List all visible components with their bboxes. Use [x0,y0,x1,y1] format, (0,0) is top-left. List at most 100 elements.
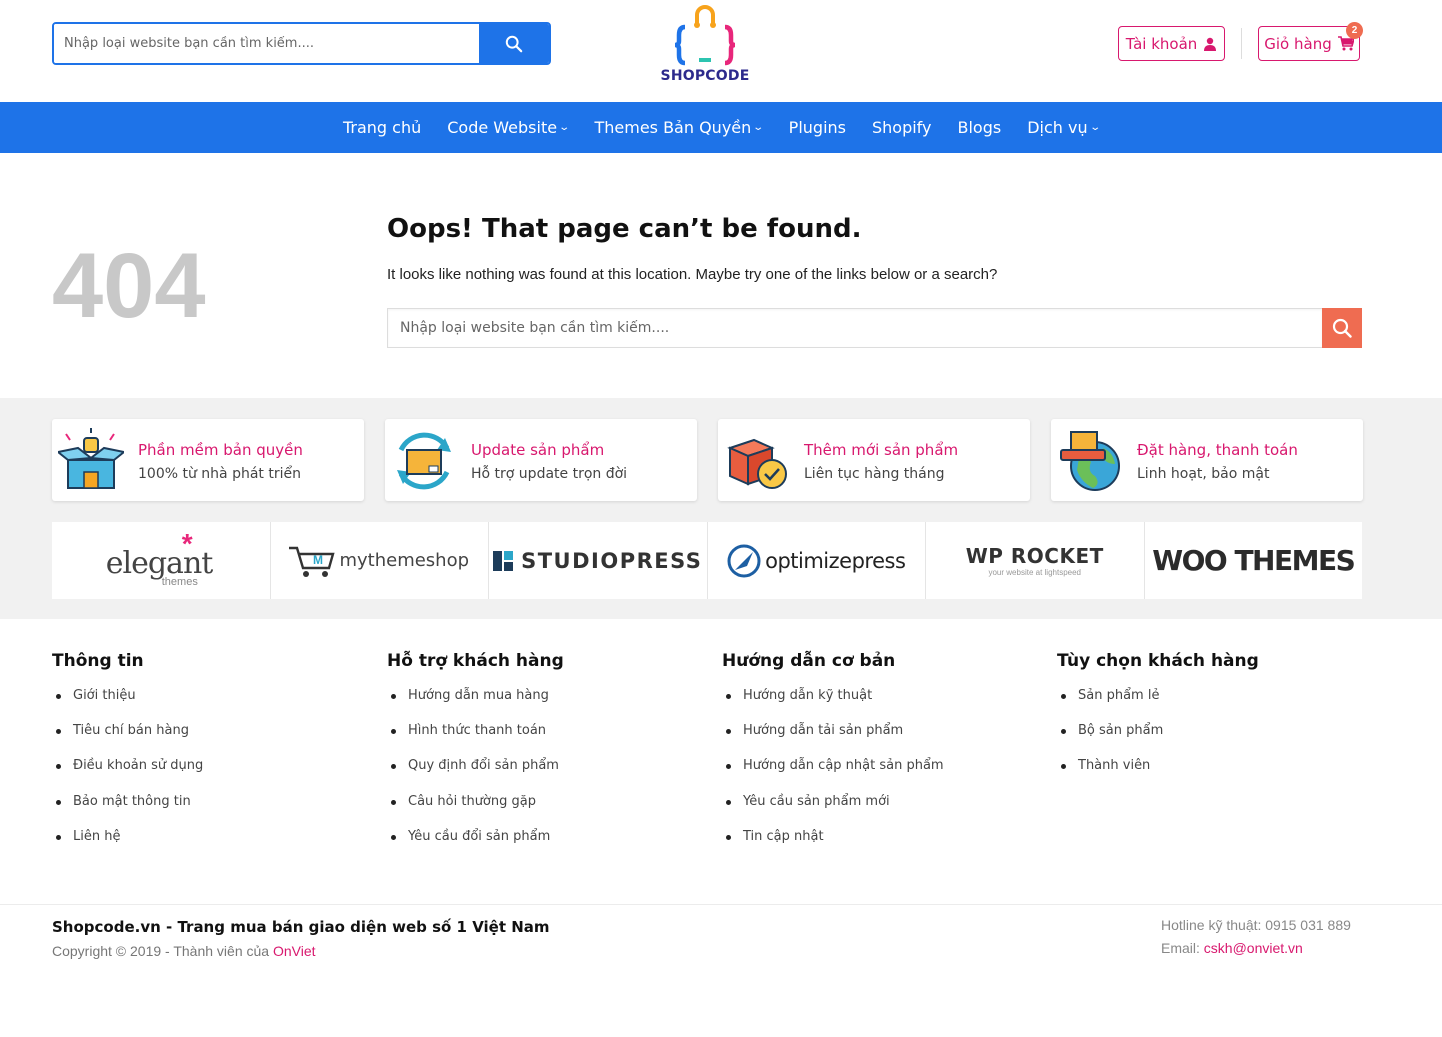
header-search-input[interactable] [54,24,479,63]
brand-mythemeshop[interactable]: M mythemeshop [271,522,489,599]
shopping-bag-logo-icon [674,5,736,66]
nav-item-code-website[interactable]: Code Website ⌄ [447,118,571,137]
footer-link[interactable]: Tiêu chí bán hàng [52,721,372,756]
footer-link[interactable]: Tin cập nhật [722,827,1042,862]
footer-link[interactable]: Bộ sản phẩm [1057,721,1377,756]
header-search-button[interactable] [479,24,549,63]
nav-label: Themes Bản Quyền [594,118,752,137]
brand-logos: elegant * themes M mythemeshop STUDIOPRE… [52,522,1362,599]
chevron-down-icon: ⌄ [558,122,571,133]
feature-subtitle: 100% từ nhà phát triển [138,466,301,482]
footer-link[interactable]: Sản phẩm lẻ [1057,686,1377,721]
footer-link[interactable]: Điều khoản sử dụng [52,756,372,791]
nav-item-home[interactable]: Trang chủ [343,118,421,137]
footer-link[interactable]: Hình thức thanh toán [387,721,707,756]
search-icon [1332,318,1352,338]
copyright-text: Copyright © 2019 - Thành viên của [52,943,273,959]
footer-link[interactable]: Bảo mật thông tin [52,792,372,827]
nav-label: Blogs [957,118,1002,137]
brand-sub: your website at lightspeed [988,568,1081,577]
feature-subtitle: Linh hoạt, bảo mật [1137,466,1270,482]
feature-subtitle: Liên tục hàng tháng [804,466,945,482]
footer-link-list: Sản phẩm lẻ Bộ sản phẩm Thành viên [1057,686,1377,792]
feature-title: Thêm mới sản phẩm [804,441,959,459]
nav-label: Dịch vụ [1027,118,1088,137]
user-icon [1204,37,1217,51]
footer-link[interactable]: Câu hỏi thường gặp [387,792,707,827]
error-code: 404 [52,235,206,337]
account-button[interactable]: Tài khoản [1118,26,1225,61]
error-search-input[interactable] [387,308,1322,348]
error-title: Oops! That page can’t be found. [387,214,862,244]
shopping-cart-icon: M [289,546,336,577]
nav-label: Shopify [871,118,932,137]
footer-link[interactable]: Yêu cầu đổi sản phẩm [387,827,707,862]
footer-link[interactable]: Giới thiệu [52,686,372,721]
main-nav: Trang chủ Code Website ⌄ Themes Bản Quyền… [0,102,1442,153]
feature-title: Đặt hàng, thanh toán [1137,441,1298,459]
footer-column: Hướng dẫn cơ bản Hướng dẫn kỹ thuật Hướn… [722,651,1042,862]
footer-column: Thông tin Giới thiệu Tiêu chí bán hàng Đ… [52,651,372,862]
cart-button[interactable]: Giỏ hàng [1258,26,1360,61]
footer-tagline: Shopcode.vn - Trang mua bán giao diện we… [52,918,550,936]
email-label: Email: [1161,940,1204,956]
brand-elegant-themes[interactable]: elegant * themes [52,522,271,599]
footer-link[interactable]: Yêu cầu sản phẩm mới [722,792,1042,827]
footer-column: Tùy chọn khách hàng Sản phẩm lẻ Bộ sản p… [1057,651,1377,792]
footer-email: Email: cskh@onviet.vn [1161,940,1303,956]
footer-link-list: Giới thiệu Tiêu chí bán hàng Điều khoản … [52,686,372,862]
svg-text:M: M [313,553,323,567]
footer-link[interactable]: Quy định đổi sản phẩm [387,756,707,791]
footer-column-title: Thông tin [52,651,144,671]
site-logo[interactable]: SHOPCODE [655,3,755,87]
footer-column: Hỗ trợ khách hàng Hướng dẫn mua hàng Hìn… [387,651,707,862]
brand-name: STUDIOPRESS [521,548,703,573]
footer-link[interactable]: Hướng dẫn cập nhật sản phẩm [722,756,1042,791]
studiopress-mark-icon [493,550,514,571]
footer-link[interactable]: Hướng dẫn mua hàng [387,686,707,721]
feature-card: Thêm mới sản phẩm Liên tục hàng tháng [718,419,1030,501]
brand-optimizepress[interactable]: optimizepress [708,522,926,599]
feature-title: Phần mềm bản quyền [138,441,303,459]
feature-subtitle: Hỗ trợ update trọn đời [471,466,628,482]
footer-link-list: Hướng dẫn mua hàng Hình thức thanh toán … [387,686,707,862]
email-link[interactable]: cskh@onviet.vn [1204,940,1303,956]
brand-name: mythemeshop [339,550,470,571]
footer-divider [0,904,1442,905]
cart-count-badge: 2 [1346,22,1363,39]
footer-link[interactable]: Hướng dẫn tải sản phẩm [722,721,1042,756]
onviet-link[interactable]: OnViet [273,943,316,959]
new-box-icon [727,438,787,489]
nav-item-services[interactable]: Dịch vụ ⌄ [1027,118,1101,137]
chevron-down-icon: ⌄ [752,122,765,133]
brand-name: WOO THEMES [1152,544,1356,577]
header-divider [1241,28,1242,59]
cart-label: Giỏ hàng [1264,34,1332,53]
nav-item-blogs[interactable]: Blogs [958,118,1002,137]
nav-item-plugins[interactable]: Plugins [789,118,846,137]
brand-woothemes[interactable]: WOO THEMES [1145,522,1363,599]
error-message: It looks like nothing was found at this … [387,266,998,283]
brand-name: optimizepress [765,548,906,573]
error-search [387,308,1362,348]
feature-card: Phần mềm bản quyền 100% từ nhà phát triể… [52,419,364,501]
chevron-down-icon: ⌄ [1088,122,1101,133]
nav-item-themes[interactable]: Themes Bản Quyền ⌄ [594,118,765,137]
footer-link-list: Hướng dẫn kỹ thuật Hướng dẫn tải sản phẩ… [722,686,1042,862]
footer-link[interactable]: Thành viên [1057,756,1377,791]
brand-wp-rocket[interactable]: WP ROCKET your website at lightspeed [926,522,1145,599]
search-icon [505,35,523,52]
nav-item-shopify[interactable]: Shopify [872,118,932,137]
footer-link[interactable]: Liên hệ [52,827,372,862]
brand-sub: themes [161,575,198,588]
nav-label: Code Website [447,118,558,137]
footer-column-title: Hướng dẫn cơ bản [722,651,896,671]
brand-studiopress[interactable]: STUDIOPRESS [489,522,708,599]
logo-text: SHOPCODE [660,68,750,84]
feature-card: Đặt hàng, thanh toán Linh hoạt, bảo mật [1051,419,1363,501]
account-label: Tài khoản [1125,34,1198,53]
error-search-button[interactable] [1322,308,1362,348]
box-refresh-icon [397,432,451,490]
footer-link[interactable]: Hướng dẫn kỹ thuật [722,686,1042,721]
footer-column-title: Hỗ trợ khách hàng [387,651,564,671]
